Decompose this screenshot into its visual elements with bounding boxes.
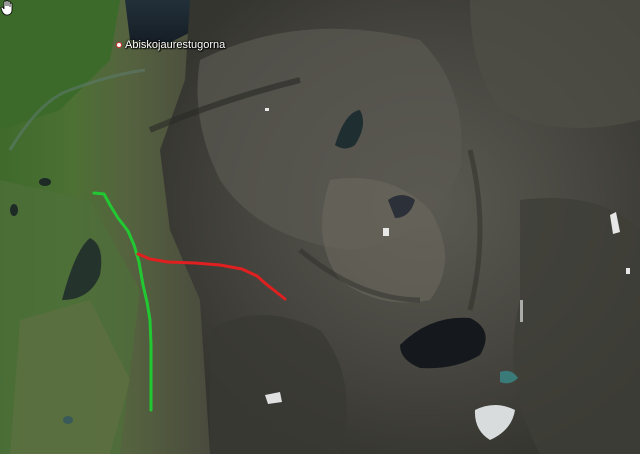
placemark-abiskojaurestugorna[interactable]: Abiskojaurestugorna — [116, 39, 225, 51]
terrain-imagery — [0, 0, 640, 454]
placemark-label: Abiskojaurestugorna — [125, 39, 226, 51]
hand-cursor-icon — [0, 0, 13, 16]
satellite-map[interactable]: Abiskojaurestugorna — [0, 0, 640, 454]
placemark-pin-icon — [116, 42, 122, 48]
